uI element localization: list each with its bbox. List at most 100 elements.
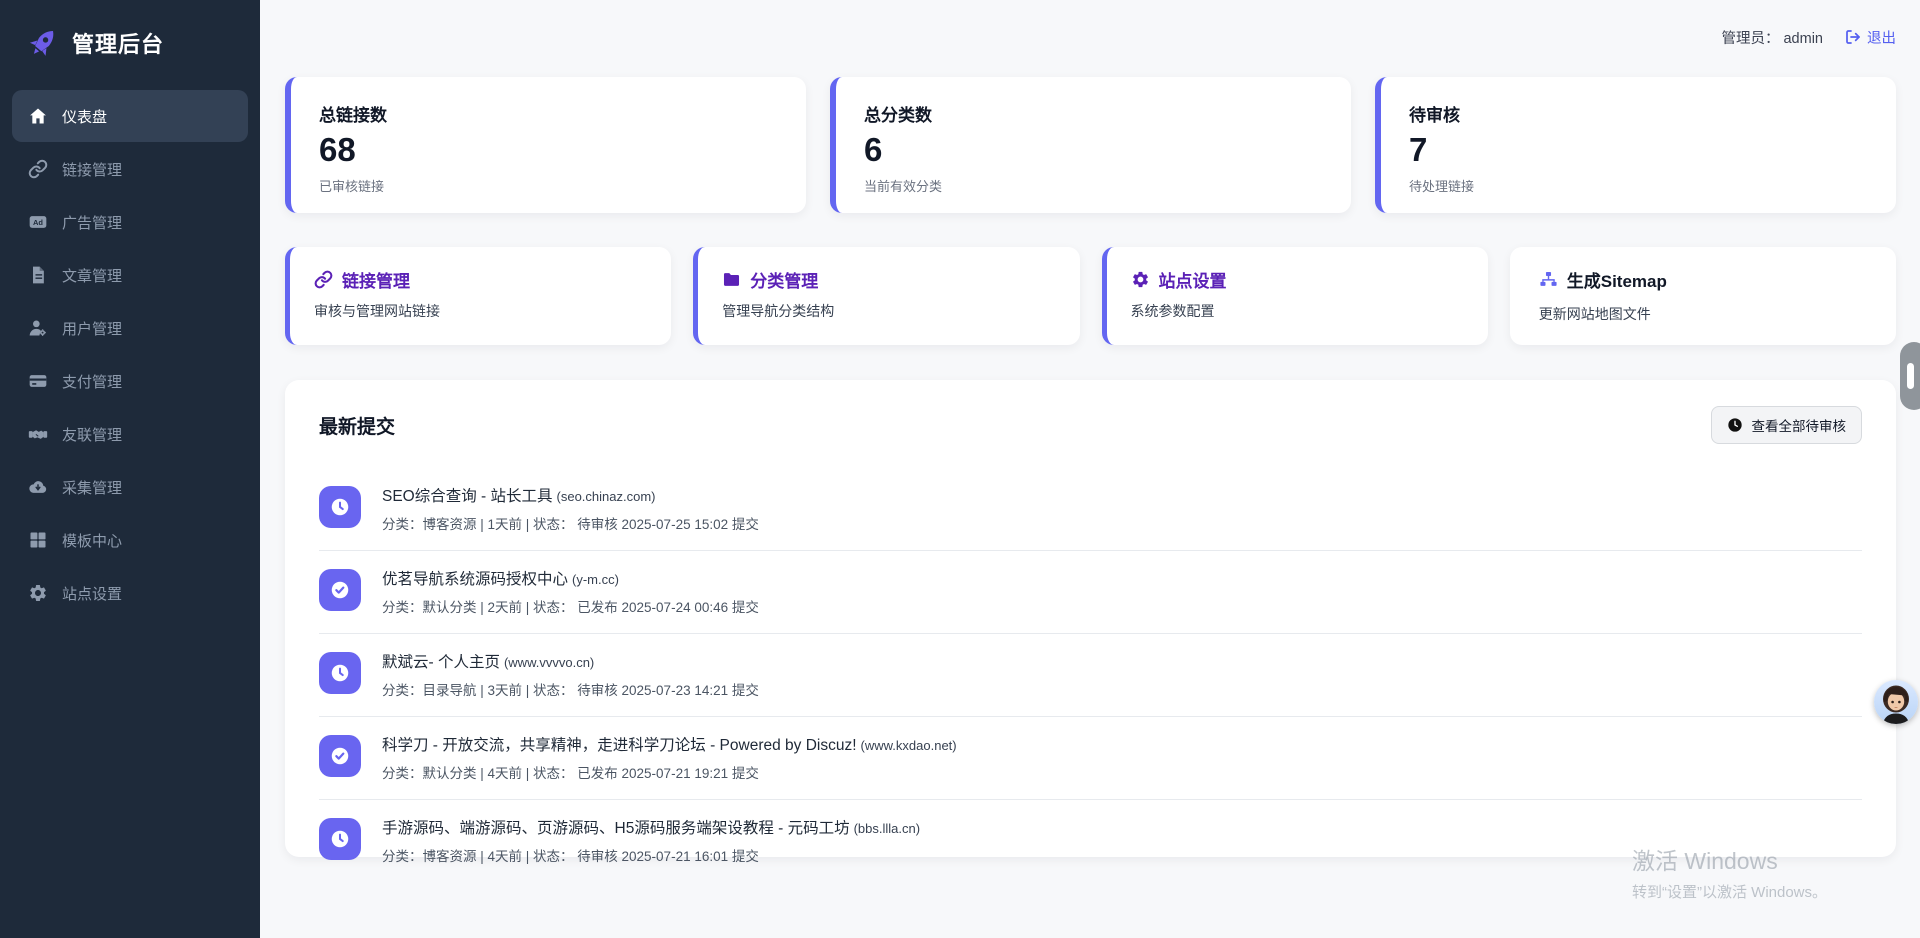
list-item[interactable]: 科学刀 - 开放交流，共享精神，走进科学刀论坛 - Powered by Dis… [319,716,1862,799]
item-domain: (y-m.cc) [572,572,619,587]
sidebar-item-links[interactable]: 链接管理 [12,143,248,195]
published-check-icon [319,735,361,777]
sitemap-icon [1539,270,1558,289]
item-title: SEO综合查询 - 站长工具 [382,488,553,505]
side-panel-handle[interactable] [1900,342,1920,410]
svg-text:Ad: Ad [33,218,43,227]
item-domain: (www.vvvvo.cn) [504,655,594,670]
pending-clock-icon [319,818,361,860]
action-card-link-management[interactable]: 链接管理 审核与管理网站链接 [285,247,671,345]
action-desc: 更新网站地图文件 [1539,304,1872,324]
item-meta: 分类：目录导航 | 3天前 | 状态： 待审核 2025-07-23 14:21… [382,679,759,699]
clock-icon [1727,417,1743,433]
sidebar-item-label: 广告管理 [62,212,122,233]
sidebar-item-label: 采集管理 [62,477,122,498]
stats-row: 总链接数 68 已审核链接 总分类数 6 当前有效分类 待审核 7 待处理链接 [285,77,1896,213]
stat-card-pending-review: 待审核 7 待处理链接 [1375,77,1896,213]
recent-submissions-card: 最新提交 查看全部待审核 SEO综合查询 - 站长工具 (seo.chinaz.c… [285,380,1896,857]
gear-icon [28,583,48,603]
stat-desc: 当前有效分类 [864,176,1323,195]
item-title: 优茗导航系统源码授权中心 [382,571,568,588]
avatar[interactable] [1874,680,1918,724]
action-desc: 管理导航分类结构 [722,301,1055,321]
stat-card-total-categories: 总分类数 6 当前有效分类 [830,77,1351,213]
recent-header: 最新提交 查看全部待审核 [319,406,1862,444]
stat-value: 6 [864,132,1323,168]
logout-button[interactable]: 退出 [1845,27,1896,48]
pending-clock-icon [319,486,361,528]
action-desc: 审核与管理网站链接 [314,301,647,321]
published-check-icon [319,569,361,611]
list-item[interactable]: 默斌云- 个人主页 (www.vvvvo.cn) 分类：目录导航 | 3天前 | … [319,633,1862,716]
view-all-label: 查看全部待审核 [1752,415,1847,435]
stat-desc: 待处理链接 [1409,176,1868,195]
sidebar-item-label: 支付管理 [62,371,122,392]
item-meta: 分类：博客资源 | 1天前 | 状态： 待审核 2025-07-25 15:02… [382,513,759,533]
sidebar-item-articles[interactable]: 文章管理 [12,249,248,301]
avatar-girl-image [1874,680,1918,724]
handle-grip [1907,363,1914,389]
folder-icon [722,270,741,289]
admin-info: 管理员： admin [1721,27,1823,48]
grid-icon [28,530,48,550]
link-icon [28,159,48,179]
stat-title: 总分类数 [864,101,1323,126]
stat-title: 待审核 [1409,101,1868,126]
main-content: 管理员： admin 退出 总链接数 68 已审核链接 总分类数 6 当前有效分… [260,0,1920,857]
sidebar-item-payments[interactable]: 支付管理 [12,355,248,407]
sidebar-item-label: 站点设置 [62,583,122,604]
credit-card-icon [28,371,48,391]
pending-clock-icon [319,652,361,694]
item-title: 科学刀 - 开放交流，共享精神，走进科学刀论坛 - Powered by Dis… [382,737,857,754]
app-logo: 管理后台 [0,0,260,90]
list-item[interactable]: SEO综合查询 - 站长工具 (seo.chinaz.com) 分类：博客资源 |… [319,468,1862,550]
stat-title: 总链接数 [319,101,778,126]
sidebar-item-friend-links[interactable]: 友联管理 [12,408,248,460]
action-card-generate-sitemap[interactable]: 生成Sitemap 更新网站地图文件 [1510,247,1896,345]
home-icon [28,106,48,126]
handshake-icon [28,424,48,444]
item-meta: 分类：博客资源 | 4天前 | 状态： 待审核 2025-07-21 16:01… [382,845,920,865]
list-item[interactable]: 手游源码、端游源码、页游源码、H5源码服务端架设教程 - 元码工坊 (bbs.ll… [319,799,1862,882]
recent-title: 最新提交 [319,412,395,439]
app-title: 管理后台 [72,27,164,59]
user-gear-icon [28,318,48,338]
sidebar-item-templates[interactable]: 模板中心 [12,514,248,566]
watermark-line2: 转到“设置”以激活 Windows。 [1632,881,1827,902]
sidebar-item-ads[interactable]: Ad 广告管理 [12,196,248,248]
item-meta: 分类：默认分类 | 2天前 | 状态： 已发布 2025-07-24 00:46… [382,596,759,616]
item-title: 手游源码、端游源码、页游源码、H5源码服务端架设教程 - 元码工坊 [382,820,850,837]
action-title: 分类管理 [750,267,818,292]
item-title: 默斌云- 个人主页 [382,654,500,671]
rocket-icon [26,26,60,60]
cloud-download-icon [28,477,48,497]
action-title: 站点设置 [1159,267,1227,292]
sidebar-item-users[interactable]: 用户管理 [12,302,248,354]
sidebar-item-label: 友联管理 [62,424,122,445]
item-domain: (seo.chinaz.com) [557,489,656,504]
sidebar-item-label: 模板中心 [62,530,122,551]
view-all-pending-button[interactable]: 查看全部待审核 [1711,406,1863,444]
logout-label: 退出 [1867,27,1896,48]
sidebar-item-dashboard[interactable]: 仪表盘 [12,90,248,142]
action-card-category-management[interactable]: 分类管理 管理导航分类结构 [693,247,1079,345]
item-domain: (www.kxdao.net) [861,738,957,753]
sidebar-item-label: 用户管理 [62,318,122,339]
ad-icon: Ad [28,212,48,232]
action-title: 链接管理 [342,267,410,292]
logout-icon [1845,29,1861,45]
stat-value: 7 [1409,132,1868,168]
item-meta: 分类：默认分类 | 4天前 | 状态： 已发布 2025-07-21 19:21… [382,762,957,782]
sidebar-item-label: 仪表盘 [62,106,107,127]
quick-actions-row: 链接管理 审核与管理网站链接 分类管理 管理导航分类结构 站点设置 系统参数配置 [285,247,1896,345]
sidebar-item-label: 链接管理 [62,159,122,180]
stat-value: 68 [319,132,778,168]
list-item[interactable]: 优茗导航系统源码授权中心 (y-m.cc) 分类：默认分类 | 2天前 | 状态：… [319,550,1862,633]
gear-icon [1131,270,1150,289]
sidebar-item-collection[interactable]: 采集管理 [12,461,248,513]
action-card-site-settings[interactable]: 站点设置 系统参数配置 [1102,247,1488,345]
stat-desc: 已审核链接 [319,176,778,195]
sidebar-item-site-settings[interactable]: 站点设置 [12,567,248,619]
sidebar-menu: 仪表盘 链接管理 Ad 广告管理 文章管理 [0,90,260,619]
item-domain: (bbs.llla.cn) [854,821,920,836]
